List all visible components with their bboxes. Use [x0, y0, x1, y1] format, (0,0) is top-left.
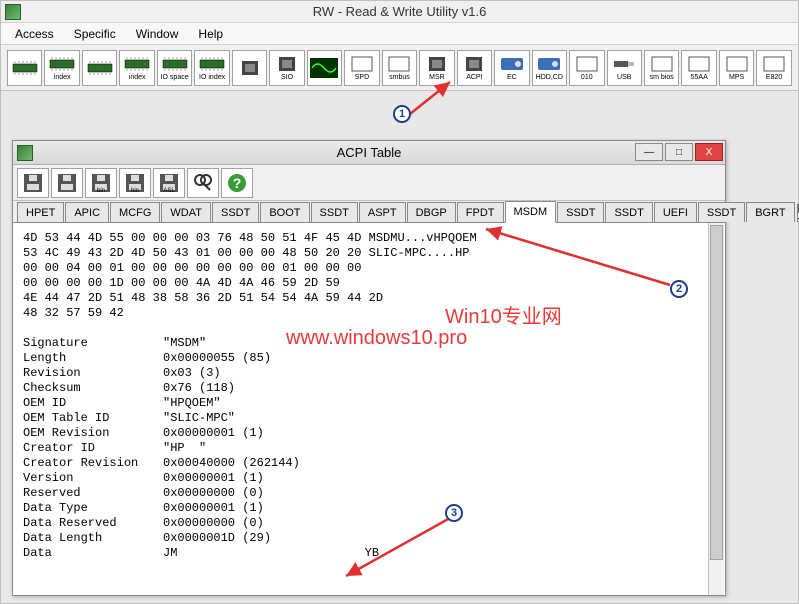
field-row нow: Length0x00000055 (85) [23, 351, 715, 366]
tab-fpdt[interactable]: FPDT [457, 202, 504, 222]
tab-hpet[interactable]: HPET [17, 202, 64, 222]
menu-help[interactable]: Help [190, 25, 231, 43]
tab-ssdt[interactable]: SSDT [605, 202, 652, 222]
tab-msdm[interactable]: MSDM [505, 201, 557, 223]
app-title: RW - Read & Write Utility v1.6 [313, 4, 487, 19]
field-row нow: Checksum0x76 (118) [23, 381, 715, 396]
field-row нow: Creator Revision0x00040000 (262144) [23, 456, 715, 471]
tab-mcfg[interactable]: MCFG [110, 202, 160, 222]
acpi-window-title: ACPI Table [337, 145, 402, 160]
censor-block-1 [480, 495, 678, 553]
find-icon[interactable] [187, 168, 219, 198]
field-row нow: Version0x00000001 (1) [23, 471, 715, 486]
wave-icon[interactable] [307, 50, 342, 86]
field-row нow: Signature"MSDM" [23, 336, 715, 351]
tab-ssdt[interactable]: SSDT [557, 202, 604, 222]
bin-all-icon[interactable]: bin [119, 168, 151, 198]
hex-line: 4D 53 44 4D 55 00 00 00 03 76 48 50 51 4… [23, 231, 715, 246]
mem-icon[interactable] [7, 50, 42, 86]
svg-text:?: ? [233, 175, 242, 191]
titlebar: RW - Read & Write Utility v1.6 [1, 1, 798, 23]
menu-specific[interactable]: Specific [66, 25, 124, 43]
mps-icon[interactable]: MPS [719, 50, 754, 86]
mem2-icon[interactable] [82, 50, 117, 86]
sio-icon[interactable]: SIO [269, 50, 304, 86]
censor-block-2 [185, 571, 345, 586]
field-row нow: Revision0x03 (3) [23, 366, 715, 381]
hex-line: 53 4C 49 43 2D 4D 50 43 01 00 00 00 48 5… [23, 246, 715, 261]
main-toolbar: indexindexIO spaceIO indexSIOSPDsmbusMSR… [1, 45, 798, 91]
spd-icon[interactable]: SPD [344, 50, 379, 86]
menu-window[interactable]: Window [128, 25, 187, 43]
e820-icon[interactable]: E820 [756, 50, 791, 86]
acpi-icon[interactable]: ACPI [457, 50, 492, 86]
tab-ssdt[interactable]: SSDT [698, 202, 745, 222]
smbus-icon[interactable]: smbus [382, 50, 417, 86]
tab-aspt[interactable]: ASPT [359, 202, 406, 222]
hdd-icon[interactable]: HDD,CD [532, 50, 567, 86]
annotation-badge-1: 1 [393, 105, 411, 123]
hex-line: 00 00 04 00 01 00 00 00 00 00 00 00 01 0… [23, 261, 715, 276]
annotation-badge-3: 3 [445, 504, 463, 522]
msr-icon[interactable]: MSR [419, 50, 454, 86]
tab-bgrt[interactable]: BGRT [746, 202, 794, 222]
menubar: Access Specific Window Help [1, 23, 798, 45]
index2-icon[interactable]: index [119, 50, 154, 86]
tab-boot[interactable]: BOOT [260, 202, 309, 222]
tab-dbgp[interactable]: DBGP [407, 202, 456, 222]
maximize-button[interactable]: □ [665, 143, 693, 161]
app-icon [5, 4, 21, 20]
tab-ssdt[interactable]: SSDT [212, 202, 259, 222]
tab-strip: HPETAPICMCFGWDATSSDTBOOTSSDTASPTDBGPFPDT… [13, 201, 725, 223]
tab-wdat[interactable]: WDAT [161, 202, 211, 222]
io-index-icon[interactable]: IO index [194, 50, 229, 86]
help-icon[interactable]: ? [221, 168, 253, 198]
close-button[interactable]: X [695, 143, 723, 161]
svg-text:bin: bin [131, 188, 139, 194]
smbios-icon[interactable]: sm bios [644, 50, 679, 86]
field-row нow: Creator ID"HP " [23, 441, 715, 456]
55aa-icon[interactable]: 55AA [681, 50, 716, 86]
menu-access[interactable]: Access [7, 25, 62, 43]
acpi-titlebar[interactable]: ACPI Table — □ X [13, 141, 725, 165]
hex-line: 4E 44 47 2D 51 48 38 58 36 2D 51 54 54 4… [23, 291, 715, 306]
acpi-window-icon [17, 145, 33, 161]
save-icon[interactable] [17, 168, 49, 198]
tab-apic[interactable]: APIC [65, 202, 109, 222]
io-space-icon[interactable]: IO space [157, 50, 192, 86]
field-row нow: OEM Table ID"SLIC-MPC" [23, 411, 715, 426]
field-row нow: OEM ID"HPQOEM" [23, 396, 715, 411]
asl-icon[interactable]: ASL [153, 168, 185, 198]
tab-ssdt[interactable]: SSDT [311, 202, 358, 222]
bin-icon[interactable]: bin [85, 168, 117, 198]
010-icon[interactable]: 010 [569, 50, 604, 86]
svg-text:bin: bin [97, 188, 105, 194]
vertical-scrollbar[interactable] [708, 223, 724, 595]
acpi-toolbar: bin bin ASL? [13, 165, 725, 201]
usb-icon[interactable]: USB [607, 50, 642, 86]
hex-line: 00 00 00 00 1D 00 00 00 4A 4D 4A 46 59 2… [23, 276, 715, 291]
annotation-badge-2: 2 [670, 280, 688, 298]
svg-text:ASL: ASL [163, 188, 175, 194]
field-row нow: OEM Revision0x00000001 (1) [23, 426, 715, 441]
hex-line: 48 32 57 59 42 [23, 306, 715, 321]
ec-icon[interactable]: EC [494, 50, 529, 86]
pci-icon[interactable] [232, 50, 267, 86]
index-icon[interactable]: index [44, 50, 79, 86]
save-all-icon[interactable] [51, 168, 83, 198]
tab-uefi[interactable]: UEFI [654, 202, 697, 222]
minimize-button[interactable]: — [635, 143, 663, 161]
